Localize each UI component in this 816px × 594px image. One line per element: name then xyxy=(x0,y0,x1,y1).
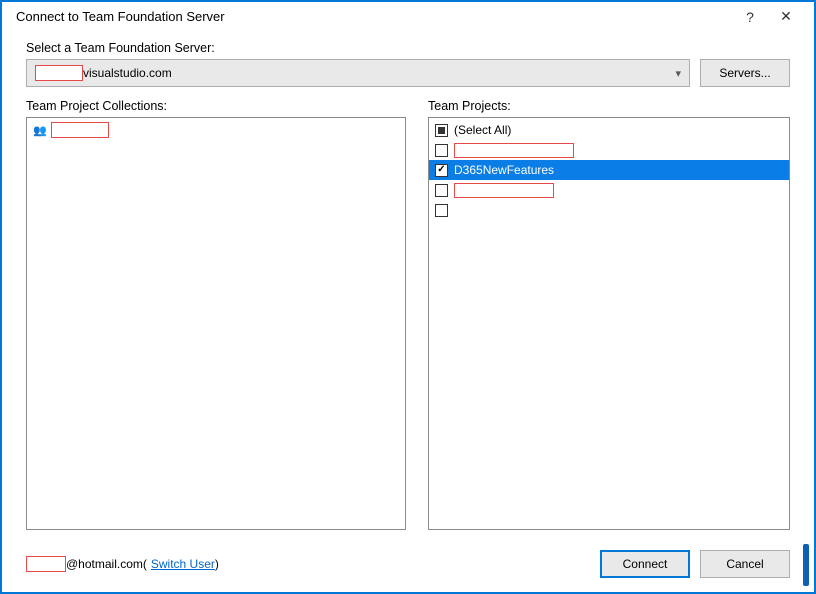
servers-button[interactable]: Servers... xyxy=(700,59,790,87)
select-all-label: (Select All) xyxy=(454,123,511,137)
scrollbar-thumb[interactable] xyxy=(803,544,809,586)
user-redacted xyxy=(26,556,66,572)
project-item-selected[interactable]: D365NewFeatures xyxy=(429,160,789,180)
collection-item[interactable]: 👥 xyxy=(27,120,405,140)
dialog-footer: @hotmail.com ( Switch User ) Connect Can… xyxy=(2,540,814,592)
paren-open: ( xyxy=(143,557,147,571)
dialog-content: Select a Team Foundation Server: visuals… xyxy=(2,31,814,540)
select-server-label: Select a Team Foundation Server: xyxy=(26,41,790,55)
server-combo[interactable]: visualstudio.com ▾ xyxy=(26,59,690,87)
project-checkbox[interactable] xyxy=(435,164,448,177)
project-name-redacted xyxy=(454,143,574,158)
project-checkbox[interactable] xyxy=(435,204,448,217)
close-icon[interactable]: ✕ xyxy=(768,8,804,25)
help-icon[interactable]: ? xyxy=(732,9,768,25)
dialog-title: Connect to Team Foundation Server xyxy=(16,9,732,24)
cancel-button[interactable]: Cancel xyxy=(700,550,790,578)
switch-user-link[interactable]: Switch User xyxy=(151,557,215,571)
connect-tfs-dialog: Connect to Team Foundation Server ? ✕ Se… xyxy=(0,0,816,594)
projects-column: Team Projects: (Select All) D365NewFeatu… xyxy=(428,99,790,530)
project-item[interactable] xyxy=(429,200,789,220)
user-email-suffix: @hotmail.com xyxy=(66,557,143,571)
paren-close: ) xyxy=(215,557,219,571)
server-row: visualstudio.com ▾ Servers... xyxy=(26,59,790,87)
collections-column: Team Project Collections: 👥 xyxy=(26,99,406,530)
collection-name-redacted xyxy=(51,122,109,138)
project-name-redacted xyxy=(454,183,554,198)
select-all-checkbox[interactable] xyxy=(435,124,448,137)
server-value: visualstudio.com xyxy=(83,66,669,80)
server-redacted-prefix xyxy=(35,65,83,81)
projects-listbox[interactable]: (Select All) D365NewFeatures xyxy=(428,117,790,530)
current-user: @hotmail.com ( Switch User ) xyxy=(26,556,590,572)
chevron-down-icon: ▾ xyxy=(675,67,681,80)
projects-label: Team Projects: xyxy=(428,99,790,113)
collections-listbox[interactable]: 👥 xyxy=(26,117,406,530)
project-name: D365NewFeatures xyxy=(454,163,554,177)
project-select-all[interactable]: (Select All) xyxy=(429,120,789,140)
collections-label: Team Project Collections: xyxy=(26,99,406,113)
connect-button[interactable]: Connect xyxy=(600,550,690,578)
project-checkbox[interactable] xyxy=(435,144,448,157)
team-icon: 👥 xyxy=(33,124,47,137)
columns: Team Project Collections: 👥 Team Project… xyxy=(26,99,790,530)
project-checkbox[interactable] xyxy=(435,184,448,197)
project-item[interactable] xyxy=(429,180,789,200)
titlebar: Connect to Team Foundation Server ? ✕ xyxy=(2,2,814,31)
project-item[interactable] xyxy=(429,140,789,160)
